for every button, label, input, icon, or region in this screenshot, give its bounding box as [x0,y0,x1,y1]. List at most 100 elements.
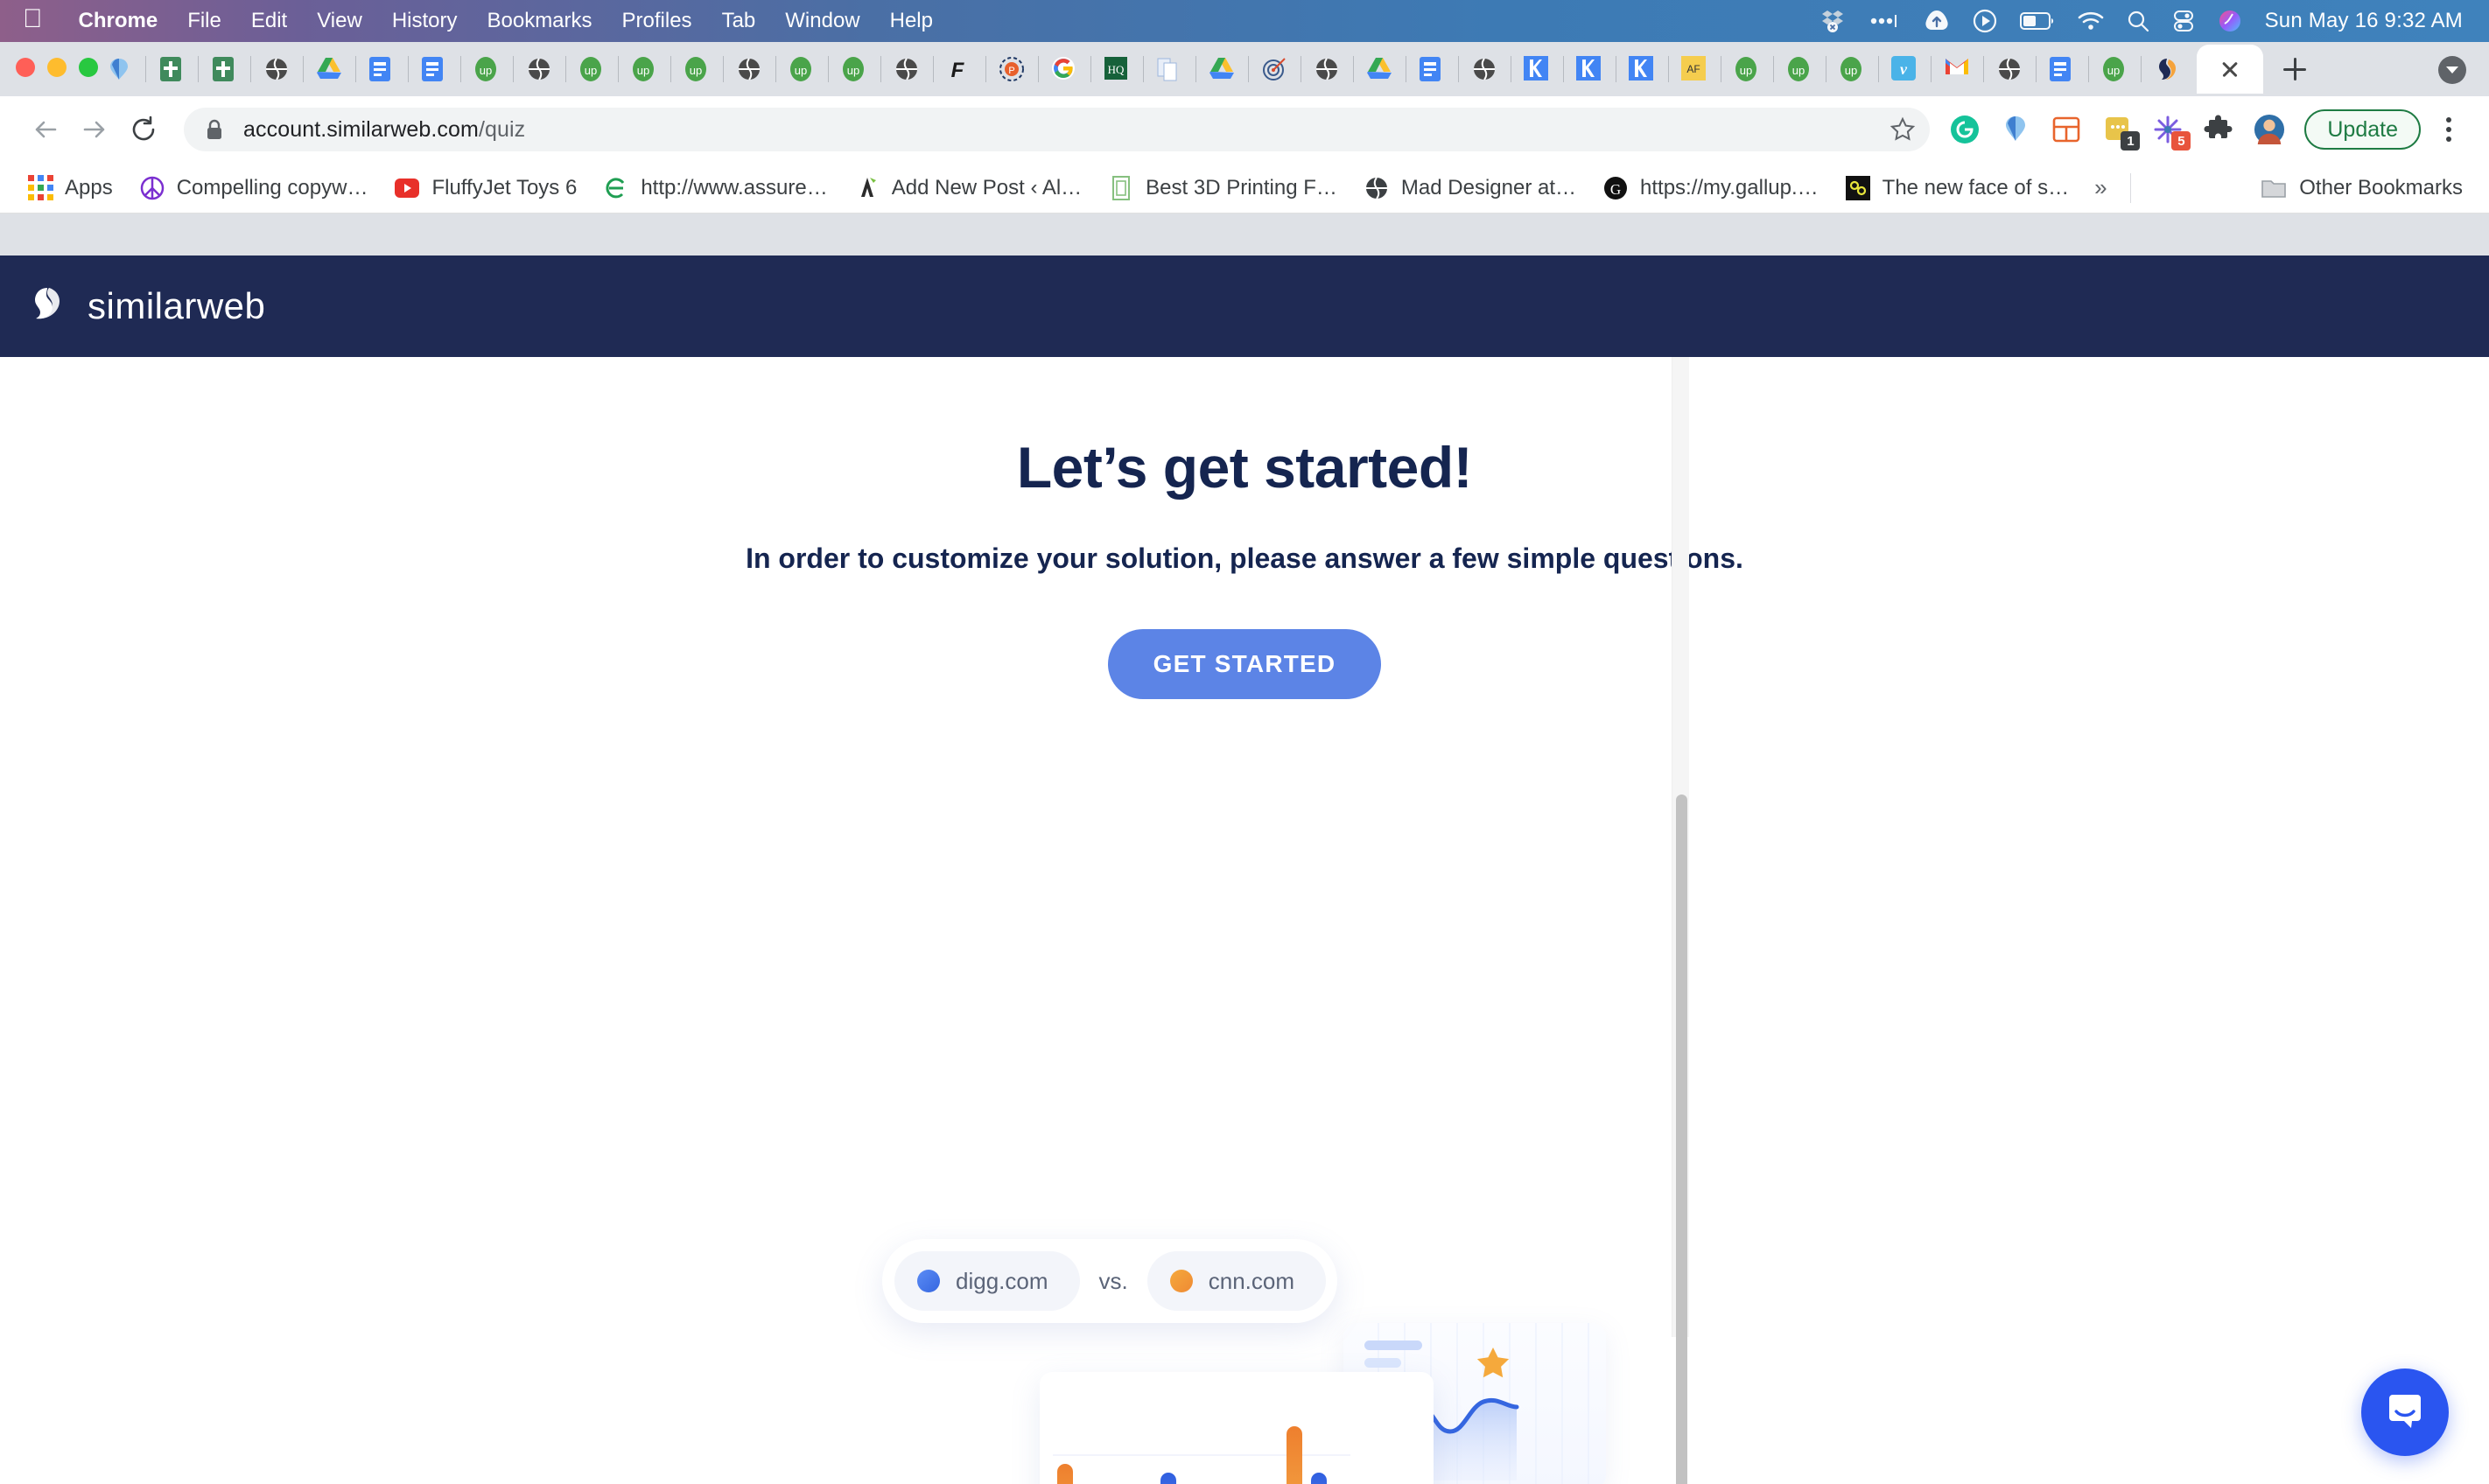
tab[interactable] [250,42,303,96]
tab[interactable] [1038,42,1090,96]
menu-item-help[interactable]: Help [875,9,948,33]
tab[interactable] [2036,42,2088,96]
apple-logo-icon[interactable]:  [0,6,64,32]
tab[interactable]: AF [1668,42,1721,96]
cloud-upload-icon[interactable] [1924,9,1950,33]
tab[interactable] [1353,42,1406,96]
minimize-button[interactable] [47,58,67,77]
tab[interactable] [1563,42,1616,96]
similarweb-logo[interactable]: similarweb [25,281,265,332]
tab[interactable] [1195,42,1248,96]
tab[interactable] [408,42,460,96]
menu-item-edit[interactable]: Edit [236,9,302,33]
other-bookmarks-button[interactable]: Other Bookmarks [2261,175,2475,201]
search-icon[interactable] [2127,10,2149,32]
tab[interactable]: up [565,42,618,96]
layout-icon[interactable] [2051,114,2082,145]
sparkle-icon[interactable]: 5 [2152,114,2191,150]
battery-icon[interactable] [2019,12,2055,30]
page-scrollbar[interactable] [1672,357,1689,1484]
tab[interactable] [513,42,565,96]
tab[interactable]: P [985,42,1038,96]
analytics-illustration: digg.com vs. cnn.com [866,1227,1606,1484]
new-tab-button[interactable] [2270,45,2319,94]
bookmark-apps[interactable]: Apps [14,168,126,208]
control-center-icon[interactable] [2172,10,2195,32]
scrollbar-thumb[interactable] [1676,794,1687,1484]
bookmark-item[interactable]: The new face of s… [1832,168,2082,208]
close-button[interactable] [16,58,35,77]
puzzle-icon[interactable] [2203,114,2234,145]
tab[interactable] [1983,42,2036,96]
menu-item-history[interactable]: History [377,9,473,33]
dropbox-icon[interactable] [1820,8,1847,34]
menu-item-file[interactable]: File [172,9,236,33]
bookmark-item[interactable]: FluffyJet Toys 6 [381,168,590,208]
tab-search-button[interactable] [2438,56,2466,84]
tab[interactable]: up [828,42,880,96]
back-button[interactable] [21,105,70,154]
tab[interactable] [1143,42,1195,96]
siri-icon[interactable] [2218,9,2242,33]
tab[interactable]: v [1878,42,1931,96]
tab[interactable] [880,42,933,96]
chrome-menu-button[interactable] [2429,110,2468,149]
tab[interactable]: HQ [1090,42,1143,96]
tab[interactable] [303,42,355,96]
tab[interactable]: F [933,42,985,96]
wifi-icon[interactable] [2078,11,2104,31]
tab[interactable] [198,42,250,96]
tab[interactable] [1458,42,1511,96]
profile-avatar[interactable] [2254,114,2285,145]
star-icon[interactable] [1884,111,1921,148]
vimeo-balloon-icon[interactable] [2000,114,2031,145]
menu-item-window[interactable]: Window [770,9,874,33]
menu-item-bookmarks[interactable]: Bookmarks [472,9,606,33]
notes-icon[interactable]: 1 [2101,114,2141,150]
bookmark-item[interactable]: Compelling copyw… [126,168,382,208]
address-bar[interactable]: account.similarweb.com/quiz [184,108,1931,151]
domain-chip-right[interactable]: cnn.com [1146,1251,1326,1311]
tab[interactable] [2141,42,2193,96]
tab[interactable]: up [1773,42,1826,96]
play-circle-icon[interactable] [1973,9,1997,33]
menu-item-view[interactable]: View [302,9,377,33]
tab[interactable] [355,42,408,96]
reload-button[interactable] [119,105,168,154]
tab[interactable]: up [1721,42,1773,96]
bookmark-item[interactable]: G https://my.gallup.… [1589,168,1832,208]
tab[interactable]: up [1826,42,1878,96]
tab[interactable] [1616,42,1668,96]
close-icon[interactable] [2219,58,2241,80]
menu-item-tab[interactable]: Tab [707,9,771,33]
tab[interactable]: up [775,42,828,96]
forward-button[interactable] [70,105,119,154]
chat-launcher-button[interactable] [2361,1368,2449,1456]
tab[interactable]: up [670,42,723,96]
tab[interactable] [1406,42,1458,96]
menu-item-chrome[interactable]: Chrome [64,9,173,33]
tab[interactable]: up [2088,42,2141,96]
bookmarks-overflow-button[interactable]: » [2082,174,2119,201]
tab[interactable] [723,42,775,96]
bookmark-item[interactable]: http://www.assure… [590,168,840,208]
ellipsis-icon[interactable] [1869,15,1901,27]
bookmark-item[interactable]: Add New Post ‹ Al… [841,168,1095,208]
tab[interactable] [1511,42,1563,96]
update-button[interactable]: Update [2304,109,2421,150]
tab[interactable] [1248,42,1301,96]
tab[interactable] [145,42,198,96]
menu-bar-clock[interactable]: Sun May 16 9:32 AM [2265,9,2463,33]
bookmark-item[interactable]: Best 3D Printing F… [1095,168,1350,208]
tab[interactable] [1301,42,1353,96]
domain-chip-left[interactable]: digg.com [894,1251,1080,1311]
active-tab[interactable] [2197,45,2263,94]
get-started-button[interactable]: GET STARTED [1107,629,1382,699]
grammarly-icon[interactable] [1949,114,1981,145]
tab[interactable] [1931,42,1983,96]
tab[interactable] [93,42,145,96]
bookmark-item[interactable]: Mad Designer at… [1350,168,1589,208]
tab[interactable]: up [460,42,513,96]
tab[interactable]: up [618,42,670,96]
menu-item-profiles[interactable]: Profiles [607,9,707,33]
